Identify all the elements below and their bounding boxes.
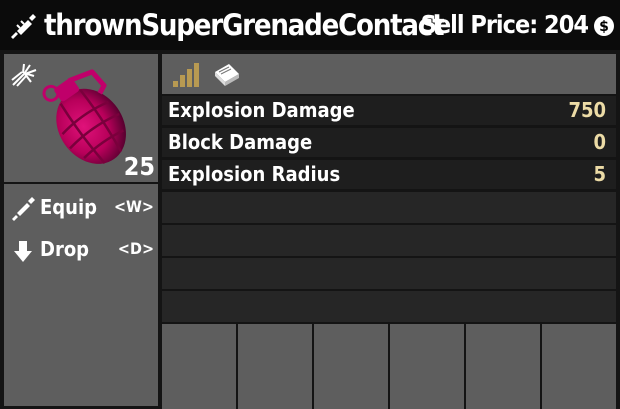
left-panel: 25 Equip <W> Drop <D>	[0, 50, 160, 409]
equip-label: Equip	[40, 195, 98, 219]
mod-slot[interactable]	[162, 324, 236, 409]
stat-name: Explosion Radius	[168, 162, 341, 186]
drop-hotkey: <D>	[117, 239, 154, 258]
drop-label: Drop	[40, 237, 90, 261]
mod-slot[interactable]	[466, 324, 540, 409]
stats-panel: Explosion Damage 750 Block Damage 0 Expl…	[160, 50, 620, 409]
dukes-coin-icon: $	[594, 16, 614, 36]
item-header: thrownSuperGrenadeContact Sell Price: 20…	[0, 0, 620, 50]
drop-action[interactable]: Drop <D>	[4, 232, 158, 268]
svg-text:$: $	[599, 19, 609, 35]
empty-stat-row	[162, 291, 616, 322]
quality-bars-icon	[173, 63, 199, 87]
empty-stat-row	[162, 258, 616, 289]
equip-icon	[12, 197, 35, 221]
stat-value: 0	[593, 130, 606, 154]
book-icon	[215, 64, 239, 86]
stat-row-explosion-radius: Explosion Radius 5	[162, 160, 616, 189]
stat-name: Explosion Damage	[168, 98, 355, 122]
stat-row-explosion-damage: Explosion Damage 750	[162, 96, 616, 125]
item-preview: 25	[4, 54, 158, 182]
mod-slot[interactable]	[390, 324, 464, 409]
item-quantity: 25	[123, 152, 155, 181]
stat-row-block-damage: Block Damage 0	[162, 128, 616, 157]
item-title: thrownSuperGrenadeContact	[44, 8, 445, 42]
mod-slot[interactable]	[314, 324, 388, 409]
grenade-throw-icon	[11, 14, 36, 39]
empty-stat-row	[162, 192, 616, 223]
equip-action[interactable]: Equip <W>	[4, 190, 158, 226]
item-info-window: thrownSuperGrenadeContact Sell Price: 20…	[0, 0, 620, 409]
empty-stat-row	[162, 225, 616, 256]
item-icon-bar	[162, 54, 616, 94]
action-list: Equip <W> Drop <D>	[4, 184, 158, 406]
stat-name: Block Damage	[168, 130, 313, 154]
mod-slot[interactable]	[238, 324, 312, 409]
stat-value: 5	[593, 162, 606, 186]
sell-price: Sell Price: 204	[420, 10, 589, 39]
equip-hotkey: <W>	[113, 197, 154, 216]
stat-value: 750	[568, 98, 606, 122]
drop-arrow-icon	[14, 241, 32, 262]
mod-slots	[162, 324, 618, 409]
mod-slot[interactable]	[542, 324, 616, 409]
